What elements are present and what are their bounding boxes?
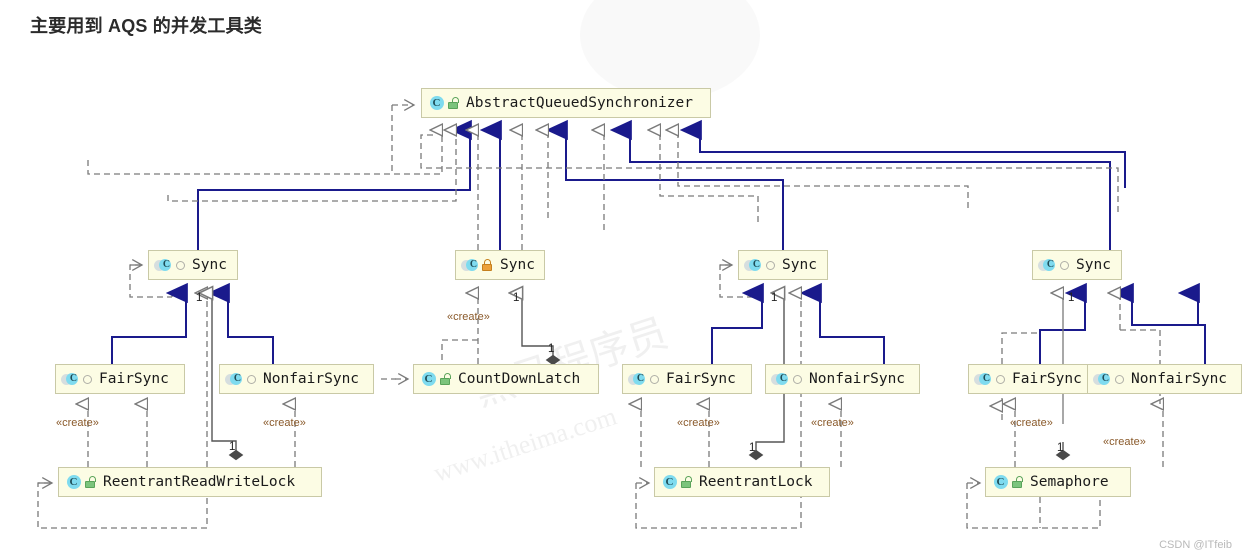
multiplicity-label: 1 — [771, 292, 778, 304]
multiplicity-label: 1 — [229, 441, 236, 453]
stereotype-label: «create» — [811, 417, 854, 429]
credit-watermark: CSDN @ITfeib — [1159, 539, 1232, 551]
edge-labels: «create» «create» «create» «create» «create»… — [0, 0, 1242, 557]
diagram-canvas: 黑马程序员 www.itheima.com 主要用到 AQS 的并发工具类 C … — [0, 0, 1242, 557]
multiplicity-label: 1 — [749, 442, 756, 454]
multiplicity-label: 1 — [196, 292, 203, 304]
multiplicity-label: 1 — [548, 343, 555, 355]
stereotype-label: «create» — [1010, 417, 1053, 429]
stereotype-label: «create» — [677, 417, 720, 429]
multiplicity-label: 1 — [1068, 292, 1075, 304]
stereotype-label: «create» — [1103, 436, 1146, 448]
stereotype-label: «create» — [56, 417, 99, 429]
stereotype-label: «create» — [263, 417, 306, 429]
stereotype-label: «create» — [447, 311, 490, 323]
multiplicity-label: 1 — [513, 292, 520, 304]
multiplicity-label: 1 — [1057, 442, 1064, 454]
